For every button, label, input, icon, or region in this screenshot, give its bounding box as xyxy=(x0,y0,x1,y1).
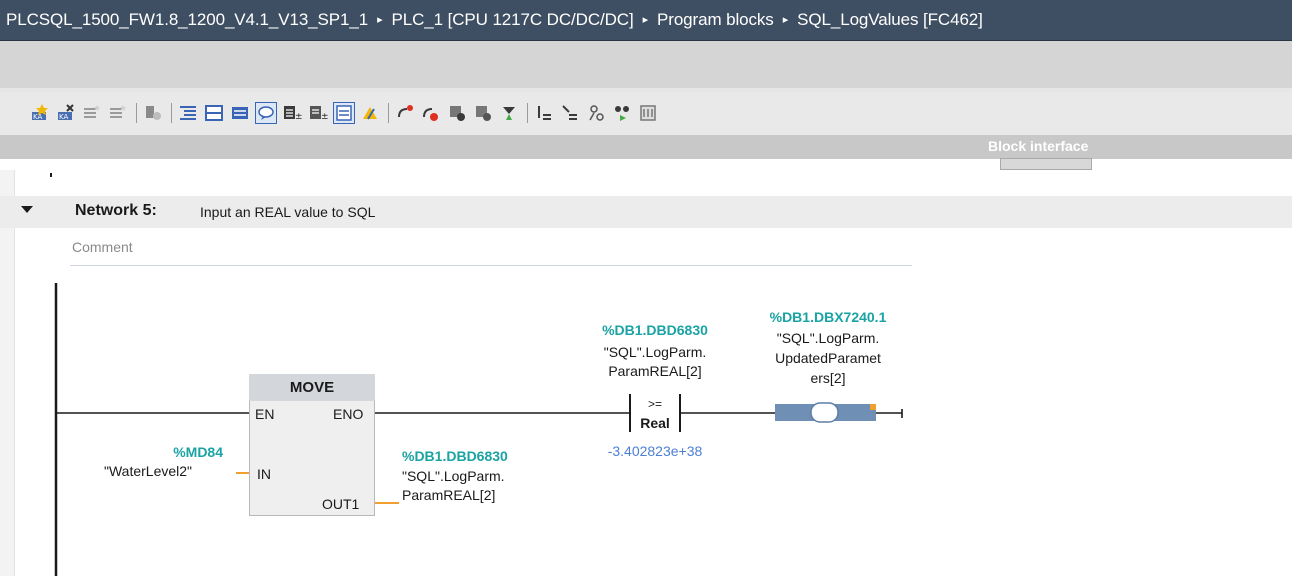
block-interface-label[interactable]: Block interface xyxy=(988,138,1088,154)
coil-symbol-line2[interactable]: UpdatedParamet xyxy=(748,350,908,366)
breadcrumb-separator-icon: ▸ xyxy=(782,14,789,26)
network-comments-icon[interactable] xyxy=(255,102,277,124)
network-comment-field[interactable]: Comment xyxy=(70,236,912,266)
append-row-icon[interactable] xyxy=(108,103,128,123)
block-interface-bar[interactable] xyxy=(0,135,1292,159)
svg-text:KA: KA xyxy=(33,113,42,121)
delete-network-icon[interactable]: KA xyxy=(56,103,76,123)
move-in-symbol[interactable]: "WaterLevel2" xyxy=(104,463,192,479)
comment-placeholder: Comment xyxy=(72,239,133,255)
breadcrumb: PLCSQL_1500_FW1.8_1200_V4.1_V13_SP1_1 ▸ PL… xyxy=(6,10,983,30)
go-to-error-icon[interactable] xyxy=(421,103,441,123)
toolbar-separator xyxy=(527,103,528,123)
move-instruction-title: MOVE xyxy=(289,379,335,396)
compare-type[interactable]: Real xyxy=(632,415,678,431)
instruction-list-icon[interactable] xyxy=(560,103,580,123)
move-pin-in: IN xyxy=(257,466,271,482)
close-all-networks-icon[interactable] xyxy=(204,103,224,123)
network-header[interactable] xyxy=(0,196,1292,228)
insert-row-icon[interactable] xyxy=(82,103,102,123)
reset-start-values-icon[interactable] xyxy=(143,103,163,123)
breakpoint-icon[interactable] xyxy=(447,103,467,123)
toolbar-separator xyxy=(136,103,137,123)
compare-value[interactable]: -3.402823e+38 xyxy=(570,443,740,459)
network-title: Network 5: xyxy=(75,202,157,219)
coil-icon xyxy=(775,402,876,423)
toolbar-separator xyxy=(388,103,389,123)
compare-symbol-line2[interactable]: ParamREAL[2] xyxy=(570,363,740,379)
compare-icon[interactable] xyxy=(534,103,554,123)
tag-info-icon[interactable] xyxy=(499,103,519,123)
coil-symbol-line1[interactable]: "SQL".LogParm. xyxy=(748,330,908,346)
compare-symbol-line1[interactable]: "SQL".LogParm. xyxy=(570,344,740,360)
breadcrumb-separator-icon: ▸ xyxy=(377,14,383,26)
upload-icon[interactable] xyxy=(333,102,355,124)
block-window-icon[interactable] xyxy=(360,103,380,123)
move-out-symbol-line1[interactable]: "SQL".LogParm. xyxy=(402,468,505,484)
debug-icon[interactable] xyxy=(612,103,632,123)
favorites-icon[interactable]: ± xyxy=(282,103,303,123)
profile-icon[interactable] xyxy=(586,103,606,123)
editor-header-band xyxy=(0,41,1292,88)
coil-address[interactable]: %DB1.DBX7240.1 xyxy=(748,309,908,325)
compare-address[interactable]: %DB1.DBD6830 xyxy=(570,322,740,338)
editor-left-gutter xyxy=(0,170,15,576)
status-icon[interactable] xyxy=(473,103,493,123)
move-in-address[interactable]: %MD84 xyxy=(163,444,223,460)
abs-operands-icon[interactable] xyxy=(230,103,250,123)
breadcrumb-program-blocks[interactable]: Program blocks xyxy=(657,10,774,29)
breadcrumb-separator-icon: ▸ xyxy=(642,14,649,26)
previous-network-rail-end xyxy=(50,173,52,177)
toolbar-icons: KA KA ± ± xyxy=(30,100,664,126)
watch-icon[interactable] xyxy=(638,103,658,123)
move-out-address[interactable]: %DB1.DBD6830 xyxy=(402,448,508,464)
download-icon[interactable]: ± xyxy=(308,103,329,123)
compare-operator: >= xyxy=(647,397,662,411)
move-pin-eno: ENO xyxy=(333,406,364,422)
svg-text:±: ± xyxy=(295,112,302,122)
move-pin-out: OUT1 xyxy=(322,496,360,512)
monitor-block-icon[interactable] xyxy=(395,103,415,123)
collapse-arrow-icon[interactable] xyxy=(21,206,33,213)
breadcrumb-project[interactable]: PLCSQL_1500_FW1.8_1200_V4.1_V13_SP1_1 xyxy=(6,10,368,29)
coil-symbol-line3[interactable]: ers[2] xyxy=(748,370,908,386)
breadcrumb-plc[interactable]: PLC_1 [CPU 1217C DC/DC/DC] xyxy=(392,10,634,29)
open-all-networks-icon[interactable] xyxy=(178,103,198,123)
network-description[interactable]: Input an REAL value to SQL xyxy=(200,204,375,220)
svg-text:KA: KA xyxy=(59,113,68,121)
insert-network-icon[interactable]: KA xyxy=(30,103,50,123)
toolbar-separator xyxy=(171,103,172,123)
block-interface-splitter[interactable] xyxy=(1000,158,1092,170)
breadcrumb-block[interactable]: SQL_LogValues [FC462] xyxy=(797,10,983,29)
svg-text:±: ± xyxy=(321,112,328,122)
move-out-symbol-line2[interactable]: ParamREAL[2] xyxy=(402,487,495,503)
move-pin-en: EN xyxy=(255,406,275,422)
